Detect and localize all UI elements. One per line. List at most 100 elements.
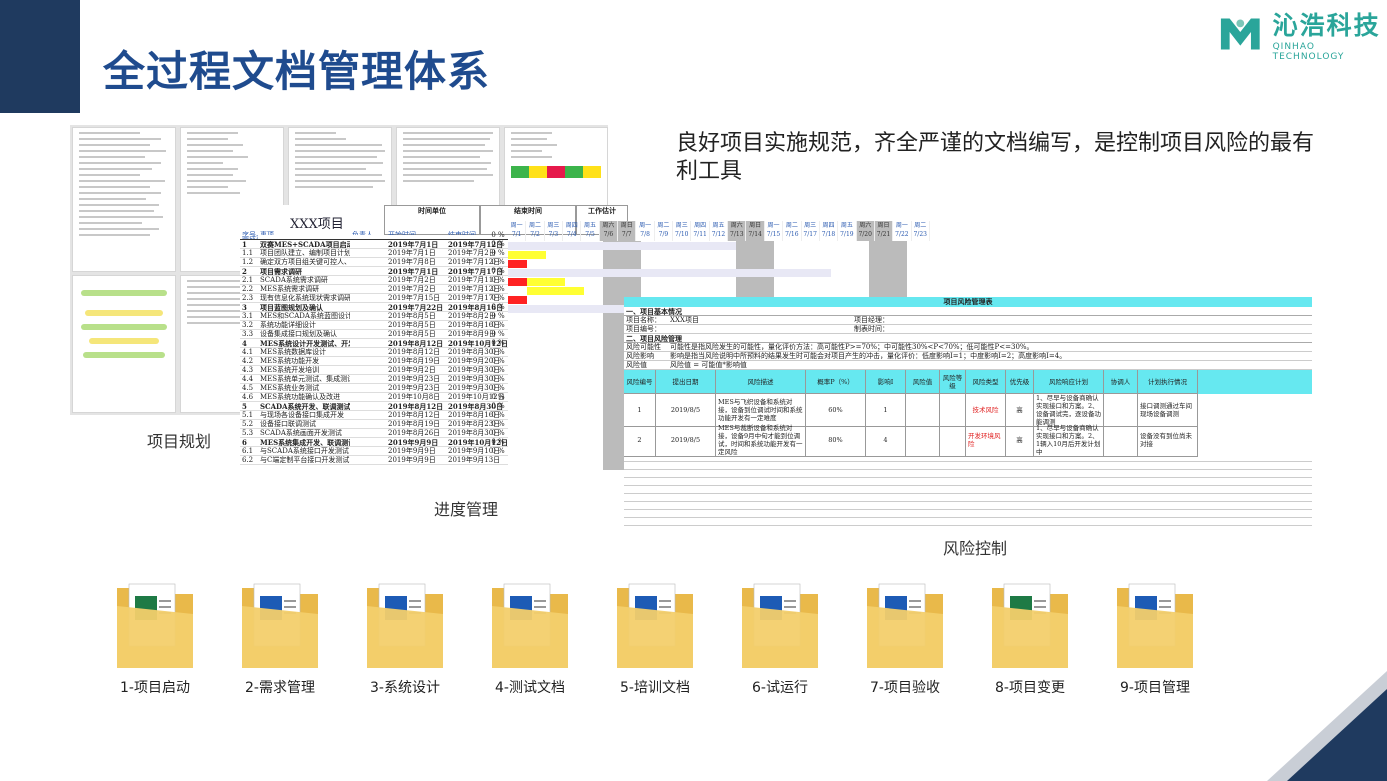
task-name: 项目团队建立、编制项目计划书 (260, 249, 350, 257)
folder-icon[interactable] (740, 580, 820, 670)
task-name: MES系统功能开发 (260, 357, 320, 365)
task-name: MES系统功能确认及改进 (260, 393, 341, 401)
folder-label: 7-项目验收 (870, 680, 940, 696)
risk-definition-row: 风险可能性 可能性是指风险发生的可能性，量化评价方法：高可能性P>=70%；中可能… (624, 343, 1312, 352)
gantt-day: 周一 7/1 (508, 221, 527, 241)
task-completion: 0 % (491, 276, 505, 284)
risk-priority: 高 (1006, 394, 1034, 427)
task-start: 2019年9月23日 (388, 384, 441, 392)
task-name: MES系统开发培训 (260, 366, 320, 374)
table-row: 1 双赛MES+SCADA项目启动 2019年7月1日 2019年7月12日 (240, 240, 508, 249)
gantt-weekday: 周四 (565, 222, 578, 229)
gantt-date: 7/21 (876, 231, 891, 238)
table-row: 2.2 MES系统需求调研 2019年7月2日 2019年7月12日 (240, 285, 508, 294)
task-no: 4 (242, 339, 247, 347)
risk-definition-row: 风险值 风险值 = 可能值*影响值 (624, 361, 1312, 370)
task-no: 5.2 (242, 420, 254, 428)
task-start: 2019年9月9日 (388, 438, 439, 446)
table-row: 3.3 设备集成接口规划及确认 2019年8月5日 2019年8月9日 (240, 330, 508, 339)
gantt-date: 7/3 (548, 231, 559, 238)
task-name: 与现场各设备接口集成开发 (260, 411, 344, 419)
task-completion: 0 % (491, 429, 505, 437)
gantt-weekday: 周六 (602, 222, 615, 229)
gantt-weekday: 周二 (914, 222, 927, 229)
gantt-date: 7/12 (711, 231, 726, 238)
gantt-column-label: 负责人 (352, 231, 373, 235)
risk-no: 1 (624, 394, 656, 427)
risk-empty-row (624, 526, 1312, 530)
gantt-date: 7/22 (895, 231, 909, 238)
task-completion: 0 % (491, 249, 505, 257)
task-owner (350, 330, 386, 338)
gantt-day: 周日 7/21 (874, 221, 894, 241)
gantt-date: 7/9 (658, 231, 669, 238)
gantt-day-header: 周一 7/1 周二 7/2 周三 7/3 周四 7/4 周五 7/5 周六 7/6 周日 7/7 周一 7/8… (508, 221, 930, 241)
table-row: 5 SCADA系统开发、联调测试 2019年8月12日 2019年8月30日 (240, 402, 508, 411)
risk-status: 接口调测通过车间现场设备调测 (1138, 394, 1198, 427)
table-row: 3.1MES和SCADA系统蓝图设计及确认2019年8月5日2019年8月2日 (240, 312, 508, 321)
folder-icon[interactable] (240, 580, 320, 670)
caption-progress: 进度管理 (434, 500, 499, 519)
gantt-day: 周三 7/17 (802, 221, 820, 241)
logo-name-en: QINHAO TECHNOLOGY (1272, 42, 1345, 62)
task-owner (350, 393, 386, 401)
risk-rows: 1 2019/8/5 MES与飞织设备和系统对接，设备到位调试时间和系统功能开发有一… (624, 394, 1312, 457)
task-completion: 0 % (491, 312, 505, 320)
risk-empty-row (624, 518, 1312, 526)
folder-label: 8-项目变更 (995, 680, 1065, 696)
gantt-bar (508, 296, 527, 304)
gantt-weekday: 周一 (767, 222, 780, 229)
task-no: 6 (242, 438, 247, 446)
task-completion: 0 % (491, 258, 505, 266)
table-row: 3 项目蓝图规划及确认 2019年7月22日 2019年8月16日 (240, 303, 508, 312)
risk-column-label: 优先级 (1006, 370, 1034, 394)
gantt-date: 7/8 (640, 231, 650, 238)
task-name: 项目蓝图规划及确认 (260, 303, 323, 311)
page-title: 全过程文档管理体系 (103, 47, 491, 96)
folder-label: 3-系统设计 (370, 680, 440, 696)
task-start: 2019年10月8日 (388, 393, 441, 401)
gantt-weekday: 周日 (877, 222, 890, 229)
gantt-date: 7/15 (766, 231, 781, 238)
table-row: 1.2确定双方项目组关键可控人、建立跟进2019年7月8日2019年7月12日 (240, 258, 508, 267)
task-no: 4.1 (242, 348, 254, 356)
folder-icon[interactable] (490, 580, 570, 670)
folder-icon[interactable] (990, 580, 1070, 670)
task-name: MES系统需求调研 (260, 285, 320, 293)
task-name: MES系统设计开发测试、开发培训 (260, 339, 350, 347)
task-completion: 0 % (491, 294, 505, 302)
task-completion: 0 % (491, 366, 505, 374)
task-completion: 0 % (491, 240, 505, 248)
gantt-bar (508, 251, 546, 259)
gantt-column-label: 完成率 (242, 235, 258, 239)
gantt-weekday: 周五 (712, 222, 725, 229)
gantt-day: 周二 7/2 (526, 221, 545, 241)
folder-icon[interactable] (365, 580, 445, 670)
risk-empty-row (624, 462, 1312, 470)
gantt-date: 7/18 (821, 231, 836, 238)
risk-empty-row (624, 486, 1312, 494)
risk-level (940, 394, 966, 427)
corner-decoration (1267, 671, 1387, 781)
task-no: 5 (242, 402, 247, 410)
task-owner (350, 249, 386, 257)
gantt-day: 周三 7/3 (545, 221, 564, 241)
table-row: 5.1 与现场各设备接口集成开发 2019年8月12日 2019年8月16日 (240, 411, 508, 420)
gantt-date: 7/13 (730, 231, 744, 238)
task-no: 4.3 (242, 366, 254, 374)
risk-definition-row: 风险影响 影响是指当风险说明中所预料的结果发生时可能会对项目产生的冲击，量化评价：… (624, 352, 1312, 361)
gantt-completion-column: 0 % 0 % 0 % 0 % 0 % 0 % 0 % 0 % 0 % 0 % 0 % 0 % 0 % 0… (488, 231, 508, 456)
task-no: 3.2 (242, 321, 254, 329)
table-row: 4.6 MES系统功能确认及改进 2019年10月8日 2019年10月12日 (240, 393, 508, 402)
gantt-weekday: 周一 (510, 222, 523, 229)
risk-empty-row (624, 478, 1312, 486)
folder-icon[interactable] (1115, 580, 1195, 670)
folder-icon[interactable] (615, 580, 695, 670)
folder-icon[interactable] (115, 580, 195, 670)
caption-risk: 风险控制 (943, 539, 1008, 558)
gantt-date: 7/4 (566, 231, 577, 238)
risk-project-name-row: 项目名称： XXX项目 项目经理： (624, 316, 1312, 325)
risk-empty-row (624, 502, 1312, 510)
folder-icon[interactable] (865, 580, 945, 670)
gantt-weekday: 周六 (859, 222, 872, 229)
